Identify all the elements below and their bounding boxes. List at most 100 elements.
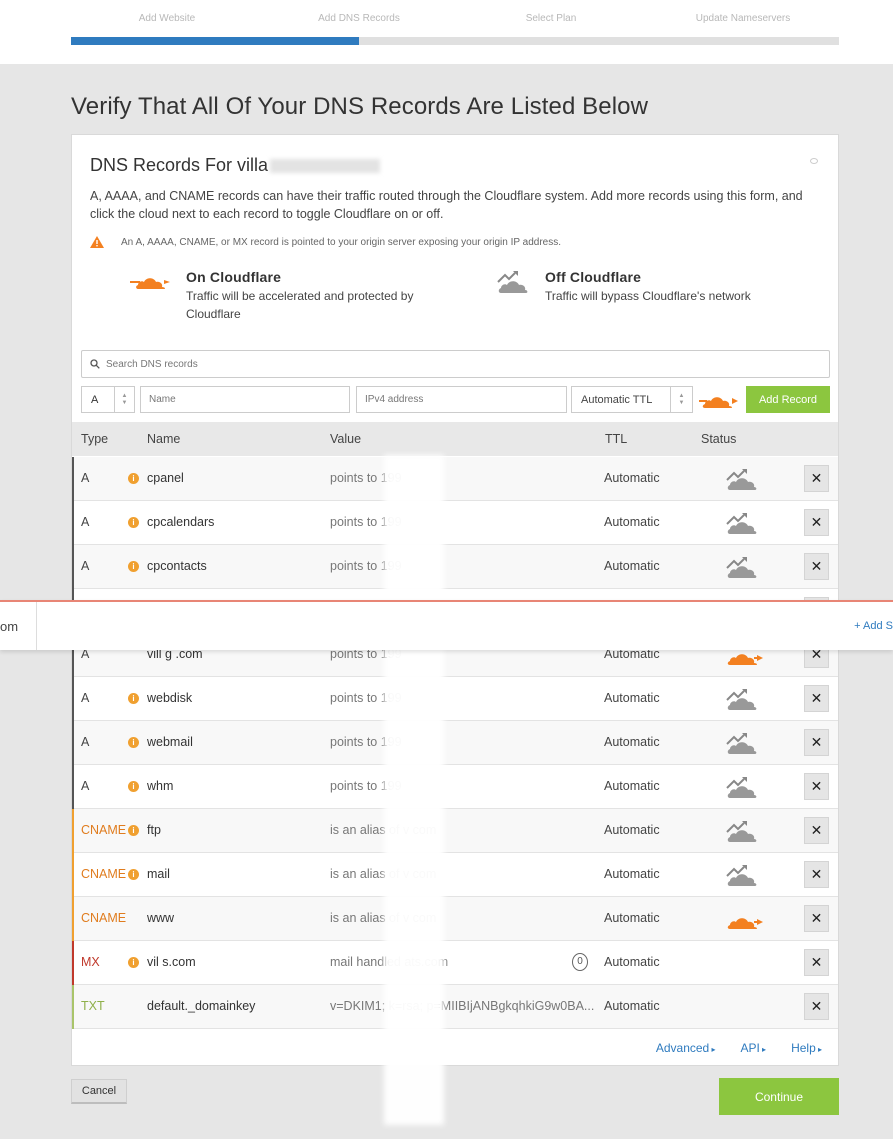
record-value-input[interactable] <box>356 386 567 413</box>
record-name[interactable]: cpcalendars <box>147 515 214 529</box>
eye-icon[interactable] <box>810 158 818 164</box>
record-type[interactable]: A <box>81 559 89 573</box>
col-status: Status <box>701 432 737 446</box>
info-icon[interactable]: i <box>128 957 139 968</box>
record-type-bar <box>72 853 74 897</box>
cloud-off-icon[interactable] <box>724 776 762 803</box>
mx-priority-badge[interactable]: 0 <box>572 953 588 971</box>
record-name[interactable]: mail <box>147 867 170 881</box>
record-type-bar <box>72 809 74 853</box>
record-type[interactable]: CNAME <box>81 823 126 837</box>
record-ttl[interactable]: Automatic <box>604 515 660 529</box>
record-type-bar <box>72 765 74 809</box>
cloud-off-icon[interactable] <box>724 556 762 583</box>
record-type-bar <box>72 985 74 1029</box>
col-ttl: TTL <box>605 432 628 446</box>
col-value: Value <box>330 432 362 446</box>
record-name[interactable]: cpanel <box>147 471 184 485</box>
delete-record-button[interactable]: ✕ <box>804 817 829 844</box>
record-name[interactable]: vil s.com <box>147 955 196 969</box>
delete-record-button[interactable]: ✕ <box>804 729 829 756</box>
cancel-button[interactable]: Cancel <box>71 1079 127 1104</box>
delete-record-button[interactable]: ✕ <box>804 465 829 492</box>
info-icon[interactable]: i <box>128 825 139 836</box>
cloud-off-icon[interactable] <box>724 468 762 495</box>
record-ttl[interactable]: Automatic <box>604 955 660 969</box>
record-ttl[interactable]: Automatic <box>604 867 660 881</box>
overlay-strip: om + Add S <box>0 600 893 650</box>
record-type-bar <box>72 941 74 985</box>
delete-record-button[interactable]: ✕ <box>804 905 829 932</box>
record-name[interactable]: cpcontacts <box>147 559 207 573</box>
record-type-bar <box>72 545 74 589</box>
info-icon[interactable]: i <box>128 561 139 572</box>
help-link[interactable]: Help <box>791 1041 822 1055</box>
record-name[interactable]: default._domainkey <box>147 999 255 1013</box>
info-icon[interactable]: i <box>128 693 139 704</box>
record-type[interactable]: CNAME <box>81 867 126 881</box>
type-stepper-icon[interactable]: ▲ ▼ <box>114 387 134 412</box>
cloud-off-icon[interactable] <box>724 688 762 715</box>
record-type[interactable]: MX <box>81 955 100 969</box>
overlay-left-text: om <box>0 602 37 650</box>
record-ttl[interactable]: Automatic <box>604 471 660 485</box>
record-ttl[interactable]: Automatic <box>604 735 660 749</box>
record-name[interactable]: webdisk <box>147 691 192 705</box>
search-box[interactable] <box>81 350 830 378</box>
info-icon[interactable]: i <box>128 869 139 880</box>
info-icon[interactable]: i <box>128 737 139 748</box>
overlay-add-link[interactable]: + Add S <box>854 620 893 632</box>
record-name[interactable]: webmail <box>147 735 193 749</box>
info-icon[interactable]: i <box>128 781 139 792</box>
delete-record-button[interactable]: ✕ <box>804 949 829 976</box>
cloud-off-icon[interactable] <box>724 864 762 891</box>
record-ttl[interactable]: Automatic <box>604 911 660 925</box>
card-description: A, AAAA, and CNAME records can have thei… <box>90 189 803 221</box>
record-type-select[interactable]: A ▲ ▼ <box>81 386 135 413</box>
ttl-select[interactable]: Automatic TTL ▲ ▼ <box>571 386 693 413</box>
record-type[interactable]: A <box>81 691 89 705</box>
cloud-on-icon[interactable] <box>724 910 768 935</box>
ttl-stepper-icon[interactable]: ▲ ▼ <box>670 387 692 412</box>
record-type[interactable]: A <box>81 779 89 793</box>
record-type[interactable]: A <box>81 471 89 485</box>
add-record-button[interactable]: Add Record <box>746 386 830 413</box>
record-type[interactable]: TXT <box>81 999 105 1013</box>
cloud-off-icon[interactable] <box>724 820 762 847</box>
table-row: Ai webdisk points to 199 Automatic ✕ <box>72 677 838 721</box>
legend-off-title: Off Cloudflare <box>545 269 642 285</box>
record-name[interactable]: www <box>147 911 174 925</box>
info-icon[interactable]: i <box>128 473 139 484</box>
footer-links: Advanced API Help <box>656 1041 822 1055</box>
delete-record-button[interactable]: ✕ <box>804 553 829 580</box>
record-name[interactable]: ftp <box>147 823 161 837</box>
search-input[interactable] <box>106 358 706 370</box>
record-ttl[interactable]: Automatic <box>604 691 660 705</box>
delete-record-button[interactable]: ✕ <box>804 773 829 800</box>
progress-steps: Add Website Add DNS Records Select Plan … <box>71 13 839 29</box>
advanced-link[interactable]: Advanced <box>656 1041 716 1055</box>
record-name-input[interactable] <box>140 386 350 413</box>
delete-record-button[interactable]: ✕ <box>804 993 829 1020</box>
table-row: TXT default._domainkey v=DKIM1; k=rsa; p=M… <box>72 985 838 1029</box>
record-ttl[interactable]: Automatic <box>604 999 660 1013</box>
api-link[interactable]: API <box>740 1041 766 1055</box>
record-type[interactable]: A <box>81 735 89 749</box>
proxy-toggle-cloud-icon[interactable] <box>699 389 743 411</box>
record-name[interactable]: whm <box>147 779 173 793</box>
delete-record-button[interactable]: ✕ <box>804 509 829 536</box>
record-ttl[interactable]: Automatic <box>604 823 660 837</box>
info-icon[interactable]: i <box>128 517 139 528</box>
record-ttl[interactable]: Automatic <box>604 779 660 793</box>
continue-button[interactable]: Continue <box>719 1078 839 1115</box>
record-type[interactable]: CNAME <box>81 911 126 925</box>
cloud-off-icon[interactable] <box>724 732 762 759</box>
record-ttl[interactable]: Automatic <box>604 559 660 573</box>
record-value[interactable]: v=DKIM1; k=rsa; p=MIIBIjANBgkqhkiG9w0BA.… <box>330 999 594 1013</box>
origin-ip-warning: An A, AAAA, CNAME, or MX record is point… <box>90 236 561 248</box>
delete-record-button[interactable]: ✕ <box>804 685 829 712</box>
delete-record-button[interactable]: ✕ <box>804 861 829 888</box>
record-type[interactable]: A <box>81 515 89 529</box>
cloud-off-icon[interactable] <box>724 512 762 539</box>
table-row: Ai cpcontacts points to 199 Automatic ✕ <box>72 545 838 589</box>
